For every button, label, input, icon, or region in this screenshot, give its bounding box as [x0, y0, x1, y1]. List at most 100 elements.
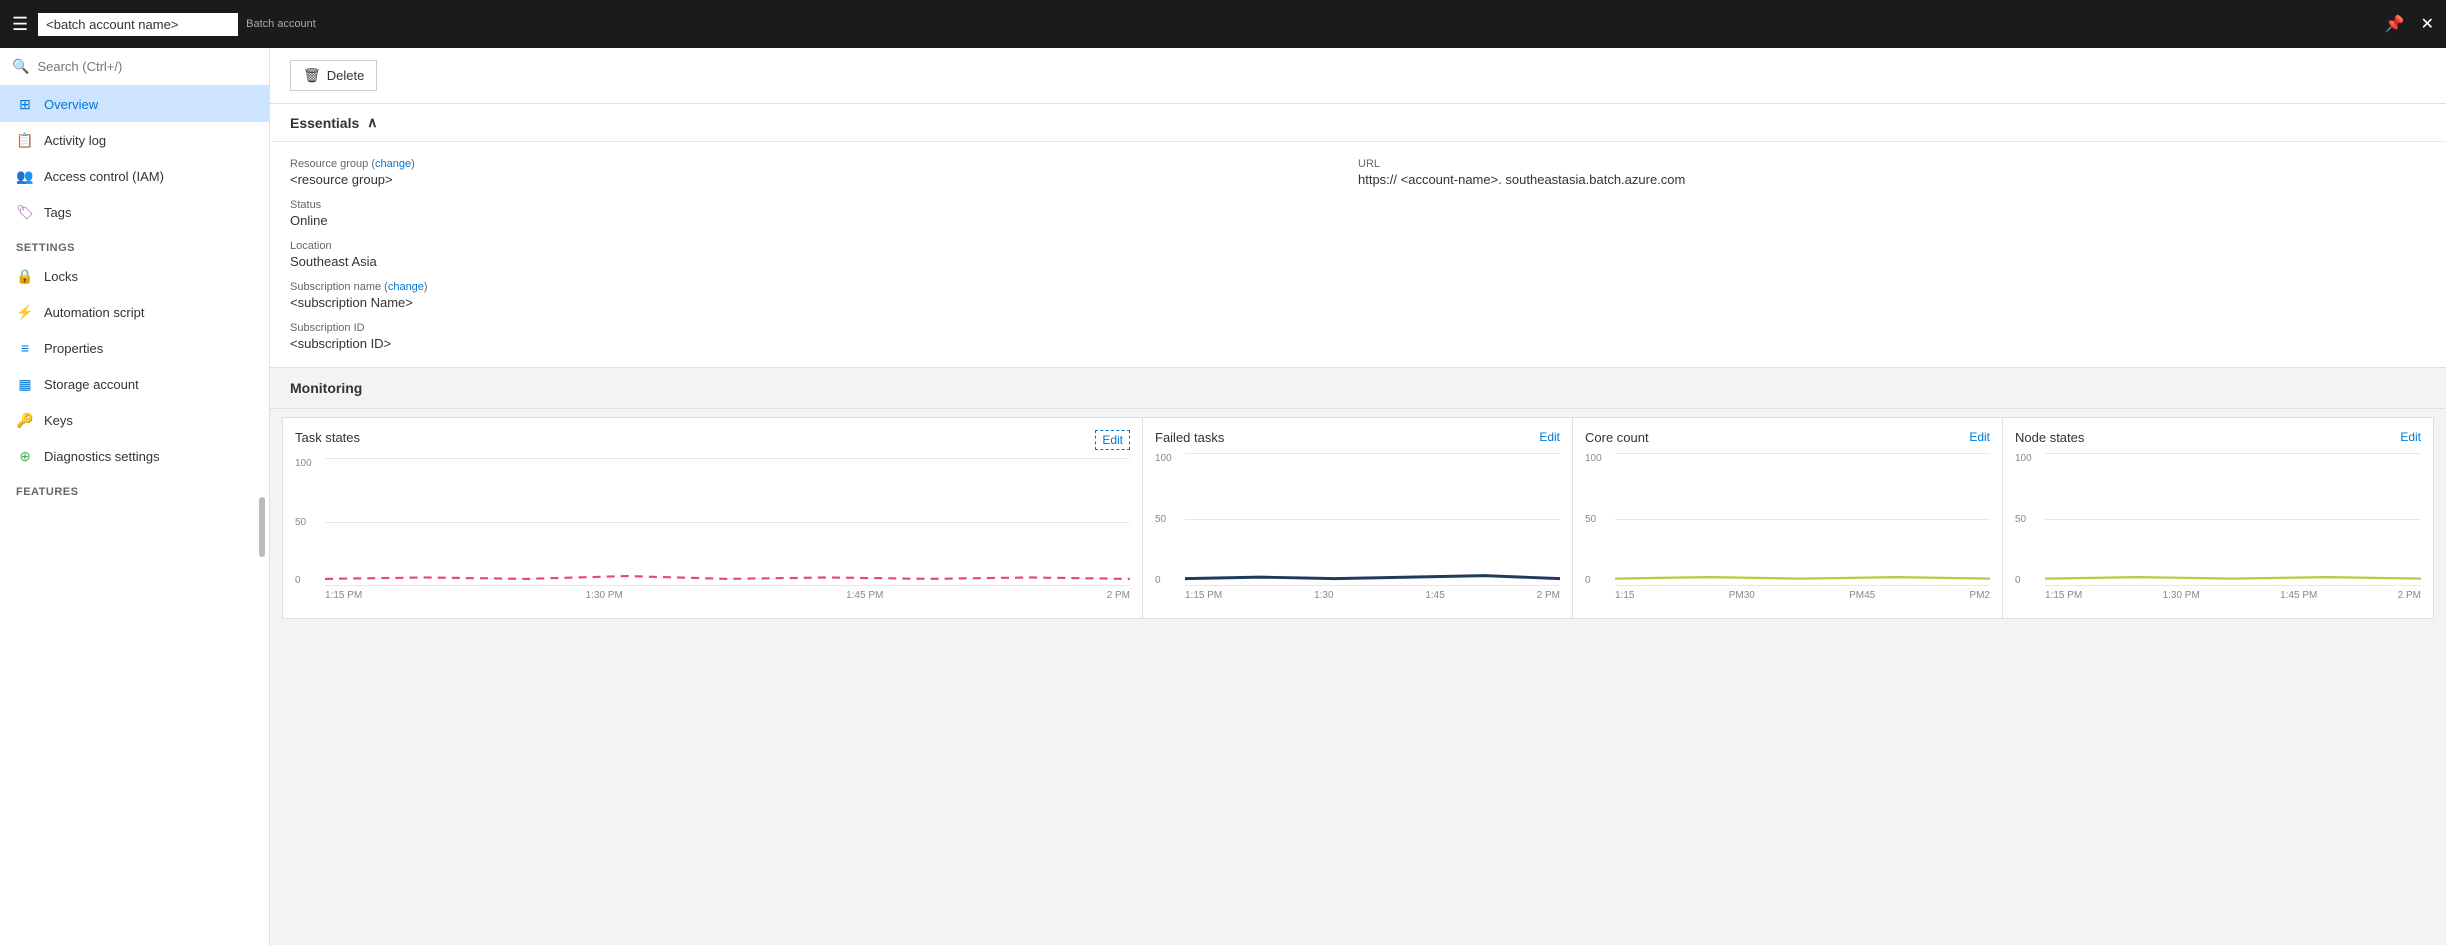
- essentials-left-col: Resource group (change) <resource group>…: [290, 158, 1358, 351]
- sidebar-item-access-control[interactable]: 👥 Access control (IAM): [0, 158, 269, 194]
- resource-group-change-link[interactable]: change: [375, 158, 411, 170]
- chart-task-states: Task states Edit 100 50 0: [283, 418, 1143, 618]
- sidebar-search: 🔍: [0, 48, 269, 86]
- topbar-icons: 📌 ✕: [2385, 14, 2434, 34]
- field-url: URL https:// <account-name>. southeastas…: [1358, 158, 2426, 187]
- chart-failed-tasks-y-labels: 100 50 0: [1155, 453, 1172, 586]
- sidebar-item-overview[interactable]: ⊞ Overview: [0, 86, 269, 122]
- chart-failed-tasks-edit[interactable]: Edit: [1539, 430, 1560, 444]
- search-icon: 🔍: [12, 58, 29, 75]
- location-value: Southeast Asia: [290, 254, 1358, 269]
- monitoring-header: Monitoring: [270, 368, 2446, 409]
- topbar: ☰ Batch account 📌 ✕: [0, 0, 2446, 48]
- diagnostics-icon: ⊕: [16, 447, 34, 465]
- chart-node-states-y-labels: 100 50 0: [2015, 453, 2032, 586]
- settings-section-label: SETTINGS: [0, 230, 269, 258]
- sidebar-item-properties[interactable]: ≡ Properties: [0, 330, 269, 366]
- url-label: URL: [1358, 158, 2426, 170]
- chart-node-states: Node states Edit 100 50 0: [2003, 418, 2433, 618]
- chart-core-count-edit[interactable]: Edit: [1969, 430, 1990, 444]
- tags-icon: 🏷: [16, 203, 34, 221]
- sidebar-item-diagnostics[interactable]: ⊕ Diagnostics settings: [0, 438, 269, 474]
- resource-group-value: <resource group>: [290, 172, 1358, 187]
- chart-core-count-svg: [1615, 453, 1990, 586]
- chart-task-states-title: Task states: [295, 430, 360, 445]
- chart-node-states-grid: 1:15 PM 1:30 PM 1:45 PM 2 PM: [2045, 453, 2421, 606]
- sidebar-item-label: Keys: [44, 413, 73, 428]
- pin-icon[interactable]: 📌: [2385, 14, 2405, 34]
- hamburger-icon[interactable]: ☰: [12, 14, 28, 35]
- essentials-title: Essentials: [290, 115, 359, 131]
- content-area: 🗑 Delete Essentials ∧ Resource group (ch…: [270, 48, 2446, 945]
- chart-node-states-x-labels: 1:15 PM 1:30 PM 1:45 PM 2 PM: [2045, 590, 2421, 606]
- main-layout: 🔍 ⊞ Overview 📋 Activity log 👥 Access con…: [0, 48, 2446, 945]
- activity-log-icon: 📋: [16, 131, 34, 149]
- sidebar-item-locks[interactable]: 🔒 Locks: [0, 258, 269, 294]
- storage-icon: ▦: [16, 375, 34, 393]
- monitoring-charts: Task states Edit 100 50 0: [282, 417, 2434, 619]
- sidebar-item-label: Tags: [44, 205, 71, 220]
- chart-core-count-x-labels: 1:15 PM30 PM45 PM2: [1615, 590, 1990, 606]
- location-label: Location: [290, 240, 1358, 252]
- chart-task-states-header: Task states Edit: [295, 430, 1130, 450]
- chart-failed-tasks-body: 100 50 0: [1155, 453, 1560, 606]
- essentials-collapse-icon: ∧: [367, 114, 377, 131]
- sidebar-item-label: Access control (IAM): [44, 169, 164, 184]
- features-section-label: FEATURES: [0, 474, 269, 502]
- sidebar-item-tags[interactable]: 🏷 Tags: [0, 194, 269, 230]
- sidebar-item-automation-script[interactable]: ⚡ Automation script: [0, 294, 269, 330]
- subscription-id-label: Subscription ID: [290, 322, 1358, 334]
- sidebar-item-label: Storage account: [44, 377, 139, 392]
- sidebar-item-activity-log[interactable]: 📋 Activity log: [0, 122, 269, 158]
- automation-icon: ⚡: [16, 303, 34, 321]
- sidebar-item-keys[interactable]: 🔑 Keys: [0, 402, 269, 438]
- chart-core-count-body: 100 50 0: [1585, 453, 1990, 606]
- subscription-name-value: <subscription Name>: [290, 295, 1358, 310]
- batch-account-input[interactable]: [38, 13, 238, 36]
- sidebar-item-label: Overview: [44, 97, 98, 112]
- status-label: Status: [290, 199, 1358, 211]
- field-location: Location Southeast Asia: [290, 240, 1358, 269]
- sidebar: 🔍 ⊞ Overview 📋 Activity log 👥 Access con…: [0, 48, 270, 945]
- properties-icon: ≡: [16, 339, 34, 357]
- chart-task-states-edit[interactable]: Edit: [1095, 430, 1130, 450]
- url-value: https:// <account-name>. southeastasia.b…: [1358, 172, 2426, 187]
- chart-node-states-title: Node states: [2015, 430, 2084, 445]
- essentials-body: Resource group (change) <resource group>…: [270, 142, 2446, 367]
- chart-task-states-svg: [325, 458, 1130, 586]
- overview-icon: ⊞: [16, 95, 34, 113]
- keys-icon: 🔑: [16, 411, 34, 429]
- search-input[interactable]: [37, 59, 257, 74]
- field-subscription-name: Subscription name (change) <subscription…: [290, 281, 1358, 310]
- delete-button[interactable]: 🗑 Delete: [290, 60, 377, 91]
- sidebar-scroll-indicator[interactable]: [259, 497, 265, 557]
- essentials-right-col: URL https:// <account-name>. southeastas…: [1358, 158, 2426, 351]
- chart-core-count-grid: 1:15 PM30 PM45 PM2: [1615, 453, 1990, 606]
- chart-failed-tasks-header: Failed tasks Edit: [1155, 430, 1560, 445]
- sidebar-item-storage-account[interactable]: ▦ Storage account: [0, 366, 269, 402]
- subscription-name-change-link[interactable]: change: [388, 281, 424, 293]
- chart-task-states-x-labels: 1:15 PM 1:30 PM 1:45 PM 2 PM: [325, 590, 1130, 606]
- essentials-header[interactable]: Essentials ∧: [270, 104, 2446, 142]
- close-icon[interactable]: ✕: [2421, 14, 2434, 34]
- status-value: Online: [290, 213, 1358, 228]
- subscription-id-value: <subscription ID>: [290, 336, 1358, 351]
- chart-failed-tasks: Failed tasks Edit 100 50 0: [1143, 418, 1573, 618]
- delete-icon: 🗑: [303, 67, 321, 84]
- topbar-input-wrap: [38, 13, 238, 36]
- field-subscription-id: Subscription ID <subscription ID>: [290, 322, 1358, 351]
- chart-core-count-header: Core count Edit: [1585, 430, 1990, 445]
- chart-failed-tasks-title: Failed tasks: [1155, 430, 1224, 445]
- sidebar-item-label: Locks: [44, 269, 78, 284]
- sidebar-item-label: Diagnostics settings: [44, 449, 160, 464]
- delete-label: Delete: [327, 68, 365, 83]
- essentials-panel: Essentials ∧ Resource group (change) <re…: [270, 104, 2446, 368]
- chart-failed-tasks-x-labels: 1:15 PM 1:30 1:45 2 PM: [1185, 590, 1560, 606]
- content-toolbar: 🗑 Delete: [270, 48, 2446, 104]
- field-status: Status Online: [290, 199, 1358, 228]
- chart-node-states-edit[interactable]: Edit: [2400, 430, 2421, 444]
- access-control-icon: 👥: [16, 167, 34, 185]
- sidebar-item-label: Properties: [44, 341, 103, 356]
- chart-task-states-grid: 1:15 PM 1:30 PM 1:45 PM 2 PM: [325, 458, 1130, 606]
- resource-group-label: Resource group (change): [290, 158, 1358, 170]
